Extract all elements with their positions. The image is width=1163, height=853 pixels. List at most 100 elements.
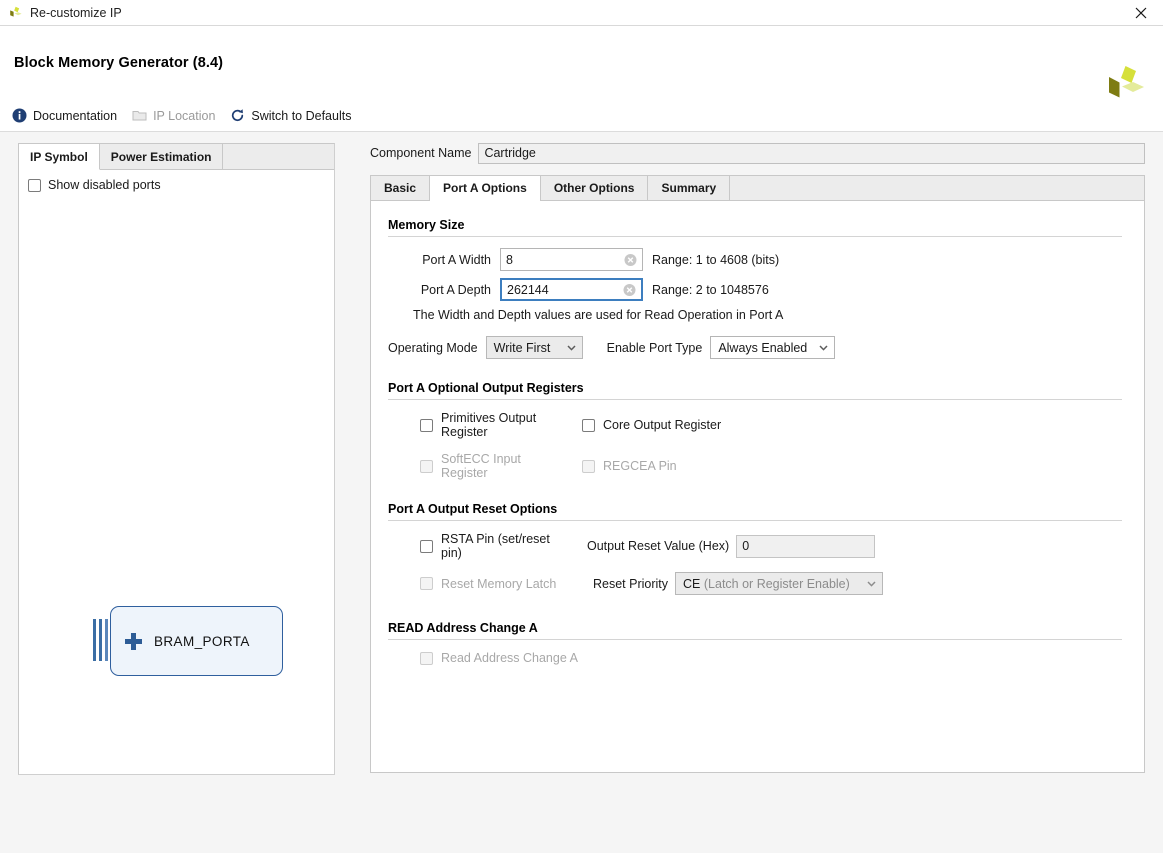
output-reset-options-divider — [388, 520, 1122, 521]
port-a-width-input[interactable] — [506, 252, 618, 267]
documentation-label: Documentation — [33, 108, 118, 123]
port-a-depth-field[interactable] — [500, 278, 643, 301]
primitives-output-register-checkbox-row[interactable]: Primitives Output Register — [388, 411, 566, 439]
chevron-down-icon — [817, 341, 830, 354]
clear-icon[interactable] — [624, 253, 637, 266]
read-address-change-checkbox-row: Read Address Change A — [388, 651, 1122, 665]
operating-mode-select[interactable]: Write First — [485, 336, 583, 359]
switch-to-defaults-button[interactable]: Switch to Defaults — [230, 108, 351, 123]
port-a-depth-row: Port A Depth Range: 2 to 1048576 — [388, 278, 1122, 301]
folder-icon — [132, 108, 147, 123]
tab-basic-label: Basic — [384, 181, 417, 195]
optional-output-registers-divider — [388, 399, 1122, 400]
page-title: Block Memory Generator (8.4) — [14, 55, 224, 71]
reset-priority-value: CE — [683, 576, 701, 591]
ip-config-panel: Component Name Basic Port A Options Othe… — [370, 143, 1145, 775]
component-name-input[interactable] — [478, 143, 1145, 164]
tab-summary-label: Summary — [661, 181, 717, 195]
dialog-toolbar: Documentation IP Location Switch to Defa… — [0, 100, 1163, 132]
memory-size-hint: The Width and Depth values are used for … — [413, 308, 784, 322]
enable-port-type-value: Always Enabled — [718, 340, 808, 355]
rsta-pin-row: RSTA Pin (set/reset pin) Output Reset Va… — [388, 532, 1122, 560]
dialog-header: Block Memory Generator (8.4) — [0, 26, 1163, 100]
output-reset-options-section: Port A Output Reset Options RSTA Pin (se… — [388, 502, 1122, 595]
close-icon[interactable] — [1119, 0, 1163, 26]
clear-icon[interactable] — [623, 283, 636, 296]
read-address-change-divider — [388, 639, 1122, 640]
tab-port-a-options[interactable]: Port A Options — [430, 176, 541, 201]
read-address-change-section: READ Address Change A Read Address Chang… — [388, 621, 1122, 665]
window-titlebar: Re-customize IP — [0, 0, 1163, 26]
bram-porta-block[interactable]: BRAM_PORTA — [110, 606, 283, 676]
plus-icon[interactable] — [125, 632, 142, 650]
show-disabled-ports-label: Show disabled ports — [48, 178, 161, 192]
regcea-pin-checkbox-row: REGCEA Pin — [582, 459, 677, 473]
dialog-body: IP Symbol Power Estimation Show disabled… — [0, 132, 1163, 853]
reset-memory-latch-checkbox — [420, 577, 433, 590]
port-a-width-row: Port A Width Range: 1 to 4608 (bits) — [388, 248, 1122, 271]
config-tabbar-filler — [730, 176, 1144, 200]
output-reset-value-label: Output Reset Value (Hex) — [587, 539, 730, 553]
port-a-depth-range: Range: 2 to 1048576 — [652, 282, 769, 297]
show-disabled-ports-checkbox[interactable] — [28, 178, 41, 192]
documentation-button[interactable]: Documentation — [12, 108, 117, 123]
config-tabbar: Basic Port A Options Other Options Summa… — [370, 175, 1145, 201]
tab-other-options-label: Other Options — [553, 181, 635, 195]
optional-output-registers-heading: Port A Optional Output Registers — [388, 381, 584, 395]
regcea-pin-checkbox — [582, 459, 595, 473]
output-register-row-2: SoftECC Input Register REGCEA Pin — [388, 452, 1122, 480]
reset-memory-latch-label: Reset Memory Latch — [441, 576, 557, 591]
core-output-register-checkbox[interactable] — [582, 418, 595, 432]
output-reset-value-field[interactable] — [736, 534, 876, 558]
port-bus-icon — [91, 619, 111, 661]
bram-porta-label: BRAM_PORTA — [154, 633, 250, 649]
tab-power-estimation[interactable]: Power Estimation — [99, 144, 224, 169]
regcea-pin-label: REGCEA Pin — [603, 459, 677, 473]
tab-ip-symbol[interactable]: IP Symbol — [19, 144, 100, 170]
chevron-down-icon — [865, 577, 878, 590]
port-a-depth-label: Port A Depth — [420, 282, 491, 297]
xilinx-logo — [1103, 64, 1147, 106]
tab-basic[interactable]: Basic — [371, 176, 431, 200]
rsta-pin-checkbox-row[interactable]: RSTA Pin (set/reset pin) — [388, 532, 566, 560]
tab-port-a-options-label: Port A Options — [443, 181, 527, 195]
memory-size-heading: Memory Size — [388, 218, 465, 232]
mode-row: Operating Mode Write First Enable Port T… — [388, 336, 1122, 359]
softecc-input-register-checkbox-row: SoftECC Input Register — [388, 452, 566, 480]
read-address-change-label: Read Address Change A — [441, 651, 578, 665]
softecc-input-register-checkbox — [420, 459, 433, 473]
reset-priority-select[interactable]: CE (Latch or Register Enable) — [675, 572, 884, 595]
port-a-width-range: Range: 1 to 4608 (bits) — [652, 252, 780, 267]
port-a-width-field[interactable] — [500, 248, 643, 271]
read-address-change-checkbox — [420, 651, 433, 665]
window-title: Re-customize IP — [30, 5, 122, 20]
enable-port-type-select[interactable]: Always Enabled — [710, 336, 836, 359]
xilinx-logo-icon — [8, 6, 23, 20]
refresh-icon — [230, 108, 245, 123]
left-panel-tabbar: IP Symbol Power Estimation — [19, 144, 334, 170]
component-name-row: Component Name — [370, 143, 1145, 164]
read-address-change-heading: READ Address Change A — [388, 621, 538, 635]
output-register-row-1: Primitives Output Register Core Output R… — [388, 411, 1122, 439]
primitives-output-register-label: Primitives Output Register — [441, 411, 537, 439]
left-tabbar-filler — [223, 144, 334, 169]
ip-location-label: IP Location — [153, 108, 216, 123]
rsta-pin-checkbox[interactable] — [420, 539, 433, 553]
tab-power-estimation-label: Power Estimation — [110, 149, 212, 164]
operating-mode-label: Operating Mode — [388, 340, 478, 355]
tab-ip-symbol-label: IP Symbol — [30, 149, 88, 164]
output-reset-value-input[interactable] — [742, 539, 870, 553]
show-disabled-ports-row[interactable]: Show disabled ports — [19, 170, 334, 192]
tab-other-options[interactable]: Other Options — [540, 176, 649, 200]
ip-symbol-canvas: BRAM_PORTA — [19, 196, 334, 774]
tab-summary[interactable]: Summary — [648, 176, 731, 200]
core-output-register-checkbox-row[interactable]: Core Output Register — [582, 418, 721, 432]
chevron-down-icon — [565, 341, 578, 354]
primitives-output-register-checkbox[interactable] — [420, 418, 433, 432]
core-output-register-label: Core Output Register — [603, 418, 722, 432]
component-name-label: Component Name — [370, 146, 472, 160]
port-a-depth-input[interactable] — [507, 282, 617, 297]
memory-size-section: Memory Size Port A Width Range: 1 to — [388, 218, 1122, 359]
ip-location-button[interactable]: IP Location — [132, 108, 215, 123]
reset-priority-value-detail: (Latch or Register Enable) — [703, 576, 850, 591]
